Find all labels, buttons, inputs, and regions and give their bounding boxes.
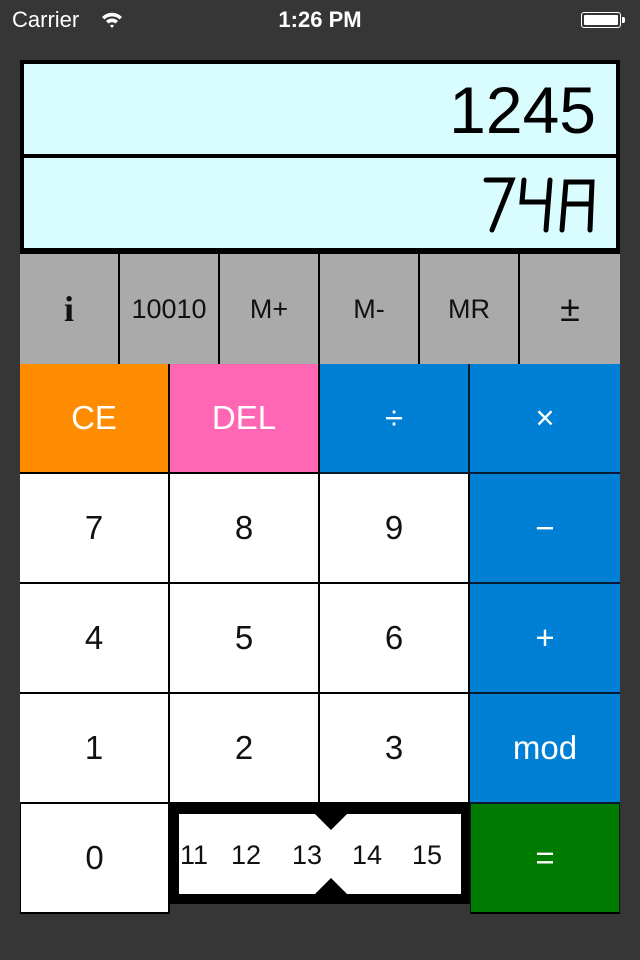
primary-value: 1245 (449, 73, 596, 147)
status-time: 1:26 PM (278, 7, 362, 32)
digit-4-button[interactable]: 4 (20, 584, 170, 694)
memory-recall-label: MR (448, 293, 490, 324)
status-bar: Carrier 1:26 PM (0, 0, 640, 40)
divide-icon: ÷ (384, 399, 404, 436)
digit-0-button[interactable]: 0 (20, 804, 170, 914)
digit-label: 5 (234, 619, 254, 656)
base-picker[interactable]: 11 12 13 14 15 (170, 804, 470, 904)
picker-selection-indicator-top (315, 814, 347, 830)
battery-tip (622, 17, 625, 23)
digit-6-button[interactable]: 6 (320, 584, 470, 694)
memory-subtract-label: M- (353, 293, 385, 324)
picker-item[interactable]: 15 (397, 814, 457, 894)
digit-2-button[interactable]: 2 (170, 694, 320, 804)
digit-label: 7 (84, 509, 104, 546)
secondary-display: 74A (24, 158, 616, 248)
digit-7-button[interactable]: 7 (20, 474, 170, 584)
digit-label: 4 (84, 619, 104, 656)
modulo-button[interactable]: mod (470, 694, 620, 804)
digit-label: 8 (234, 509, 254, 546)
digit-9-button[interactable]: 9 (320, 474, 470, 584)
multiply-icon: × (535, 399, 555, 436)
memory-subtract-button[interactable]: M- (320, 254, 420, 364)
digit-label: 2 (234, 729, 254, 766)
digit-label: 3 (384, 729, 404, 766)
modulo-label: mod (512, 729, 578, 766)
picker-selection-indicator-bottom (315, 878, 347, 894)
digit-5-button[interactable]: 5 (170, 584, 320, 694)
add-button[interactable]: + (470, 584, 620, 694)
secondary-value-lcd: 74A (478, 176, 595, 233)
plus-icon: + (535, 619, 555, 656)
clear-entry-button[interactable]: CE (20, 364, 170, 474)
picker-item[interactable]: 12 (216, 814, 276, 894)
info-button[interactable]: i (20, 254, 120, 364)
digit-1-button[interactable]: 1 (20, 694, 170, 804)
plus-minus-icon: ± (560, 288, 580, 329)
delete-label: DEL (211, 399, 277, 436)
memory-recall-button[interactable]: MR (420, 254, 520, 364)
equals-button[interactable]: = (470, 804, 620, 914)
binary-label: 10010 (131, 293, 207, 324)
battery-icon (581, 12, 621, 28)
equals-icon: = (535, 839, 555, 876)
memory-add-label: M+ (249, 293, 289, 324)
digit-8-button[interactable]: 8 (170, 474, 320, 584)
primary-display: 1245 (24, 64, 616, 154)
info-icon: i (63, 289, 74, 329)
clear-entry-label: CE (71, 399, 117, 436)
multiply-button[interactable]: × (470, 364, 620, 474)
digit-label: 1 (84, 729, 104, 766)
minus-icon: − (535, 509, 555, 546)
sign-toggle-button[interactable]: ± (520, 254, 620, 364)
divide-button[interactable]: ÷ (320, 364, 470, 474)
memory-add-button[interactable]: M+ (220, 254, 320, 364)
digit-label: 6 (384, 619, 404, 656)
secondary-value-text: 74A (478, 176, 480, 177)
delete-button[interactable]: DEL (170, 364, 320, 474)
digit-3-button[interactable]: 3 (320, 694, 470, 804)
binary-button[interactable]: 10010 (120, 254, 220, 364)
base-picker-wheel[interactable]: 11 12 13 14 15 (179, 814, 461, 894)
digit-label: 9 (384, 509, 404, 546)
subtract-button[interactable]: − (470, 474, 620, 584)
calculator-display: 1245 74A (20, 60, 620, 254)
digit-label: 0 (85, 839, 104, 876)
